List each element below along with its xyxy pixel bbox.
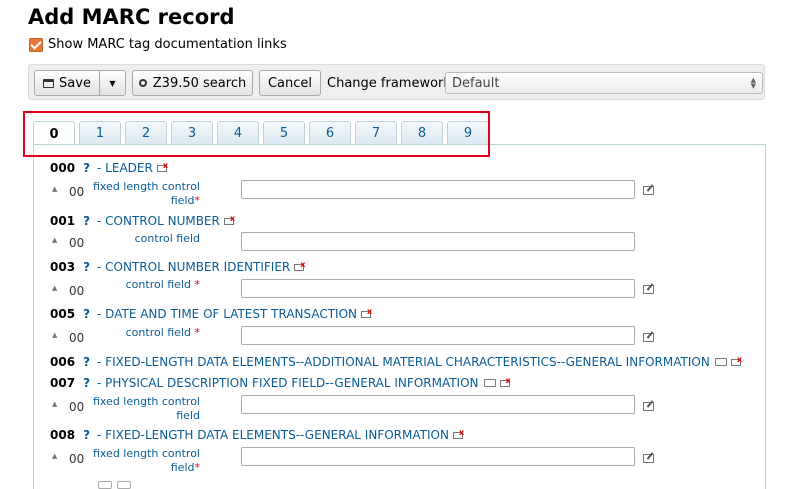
- save-icon: [43, 78, 55, 88]
- framework-select-value: Default: [452, 75, 500, 91]
- fixed-length-data-input[interactable]: [241, 447, 635, 466]
- subfield-label: fixed length control field*: [92, 447, 200, 474]
- search-icon: [138, 79, 147, 87]
- tag-name[interactable]: - DATE AND TIME OF LATEST TRANSACTION: [97, 307, 357, 321]
- tag-005: 005 ? - DATE AND TIME OF LATEST TRANSACT…: [50, 307, 373, 321]
- edit-plugin-icon[interactable]: [643, 402, 654, 411]
- tag-doc-link[interactable]: ?: [83, 428, 90, 442]
- tag-003: 003 ? - CONTROL NUMBER IDENTIFIER x: [50, 260, 306, 274]
- subfield-label: control field *: [125, 326, 200, 339]
- tag-doc-link[interactable]: ?: [83, 355, 90, 369]
- physical-description-input[interactable]: [241, 395, 635, 414]
- delete-tag-icon[interactable]: x: [294, 260, 306, 271]
- tag-doc-link[interactable]: ?: [83, 376, 90, 390]
- tag-number: 007: [50, 376, 76, 390]
- partial-control[interactable]: [98, 481, 112, 489]
- tag-name[interactable]: - FIXED-LENGTH DATA ELEMENTS--GENERAL IN…: [97, 428, 449, 442]
- tag-doc-link[interactable]: ?: [83, 161, 90, 175]
- tag-007: 007 ? - PHYSICAL DESCRIPTION FIXED FIELD…: [50, 376, 512, 390]
- subfield-label: fixed length control field*: [92, 180, 200, 207]
- edit-plugin-icon[interactable]: [643, 333, 654, 342]
- tag-000: 000 ? - LEADER x: [50, 161, 169, 175]
- z3950-search-button[interactable]: Z39.50 search: [132, 70, 253, 96]
- framework-label: Change framework:: [327, 76, 456, 91]
- delete-tag-icon[interactable]: x: [452, 428, 465, 439]
- save-button-label: Save: [59, 75, 91, 91]
- select-arrows-icon: ▲ ▼: [750, 76, 756, 90]
- tag-006: 006 ? - FIXED-LENGTH DATA ELEMENTS--ADDI…: [50, 355, 743, 369]
- show-docs-label: Show MARC tag documentation links: [48, 37, 287, 52]
- subfield-label: control field *: [125, 278, 200, 291]
- tag-number: 001: [50, 214, 76, 228]
- tag-008: 008 ? - FIXED-LENGTH DATA ELEMENTS--GENE…: [50, 428, 465, 442]
- caret-down-icon: ▼: [109, 78, 116, 88]
- tag-number: 000: [50, 161, 76, 175]
- partial-control[interactable]: [117, 481, 131, 489]
- subfield-label: fixed length control field: [92, 395, 200, 422]
- tag-doc-link[interactable]: ?: [83, 307, 90, 321]
- show-docs-toggle[interactable]: Show MARC tag documentation links: [29, 37, 287, 52]
- page-title: Add MARC record: [28, 5, 235, 29]
- delete-tag-icon[interactable]: x: [361, 307, 373, 318]
- tag-name[interactable]: - CONTROL NUMBER: [97, 214, 220, 228]
- edit-plugin-icon[interactable]: [643, 454, 654, 463]
- show-docs-checkbox[interactable]: [29, 37, 43, 52]
- delete-tag-icon[interactable]: x: [730, 355, 743, 366]
- cancel-button[interactable]: Cancel: [259, 70, 321, 96]
- subfield-label: control field: [134, 232, 200, 245]
- repeat-tag-icon[interactable]: [714, 358, 727, 366]
- control-number-input[interactable]: [241, 232, 635, 251]
- tag-number: 005: [50, 307, 76, 321]
- delete-tag-icon[interactable]: x: [223, 214, 236, 225]
- framework-select[interactable]: Default ▲ ▼: [445, 72, 763, 94]
- tag-doc-link[interactable]: ?: [83, 260, 90, 274]
- tag-name[interactable]: - FIXED-LENGTH DATA ELEMENTS--ADDITIONAL…: [97, 355, 710, 369]
- tag-name[interactable]: - LEADER: [97, 161, 153, 175]
- tag-name[interactable]: - CONTROL NUMBER IDENTIFIER: [97, 260, 290, 274]
- date-time-input[interactable]: [241, 326, 635, 345]
- tag-name[interactable]: - PHYSICAL DESCRIPTION FIXED FIELD--GENE…: [97, 376, 479, 390]
- toolbar: Save ▼ Z39.50 search Cancel Change frame…: [28, 64, 765, 100]
- tag-doc-link[interactable]: ?: [83, 214, 90, 228]
- save-button[interactable]: Save: [34, 70, 100, 96]
- repeat-tag-icon[interactable]: [483, 379, 496, 387]
- z3950-search-label: Z39.50 search: [152, 75, 247, 91]
- tag-number: 003: [50, 260, 76, 274]
- leader-input[interactable]: [241, 180, 635, 199]
- edit-plugin-icon[interactable]: [643, 285, 654, 294]
- edit-plugin-icon[interactable]: [643, 186, 654, 195]
- delete-tag-icon[interactable]: x: [156, 161, 169, 172]
- control-number-identifier-input[interactable]: [241, 279, 635, 298]
- tabs-highlight-box: [23, 111, 490, 157]
- tag-001: 001 ? - CONTROL NUMBER x: [50, 214, 236, 228]
- tag-number: 008: [50, 428, 76, 442]
- delete-tag-icon[interactable]: x: [499, 376, 512, 387]
- tag-number: 006: [50, 355, 76, 369]
- save-options-dropdown[interactable]: ▼: [99, 70, 126, 96]
